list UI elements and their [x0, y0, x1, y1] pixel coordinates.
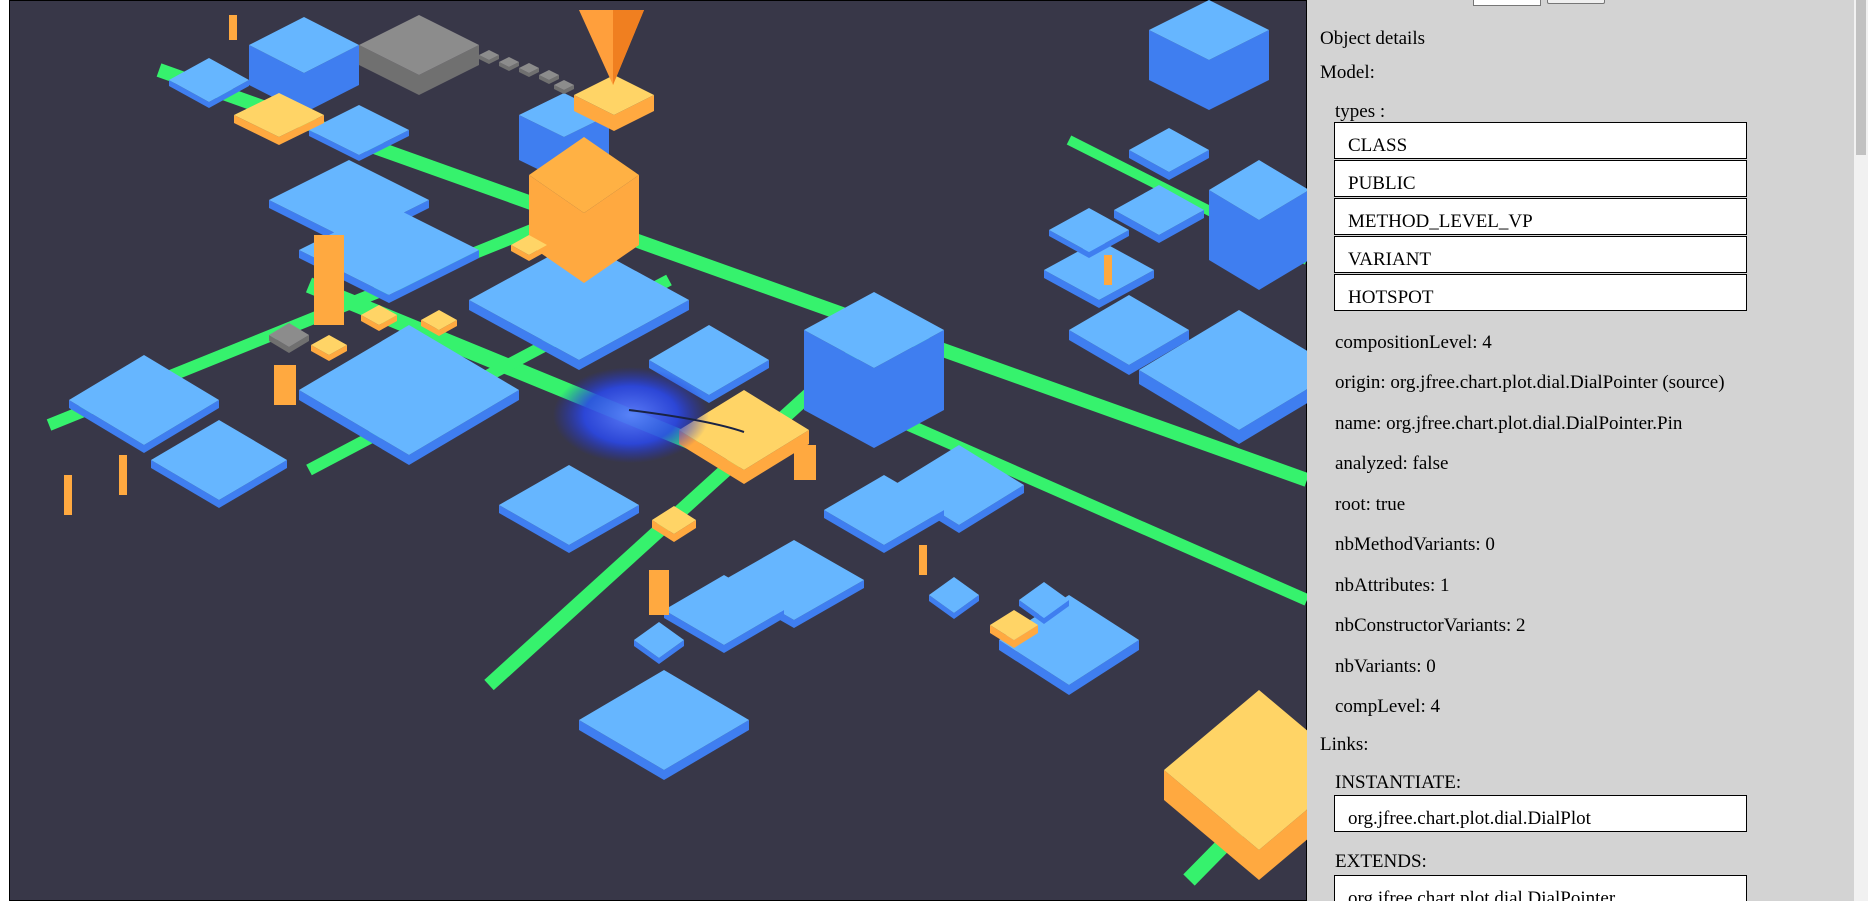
- search-button[interactable]: [1547, 0, 1605, 4]
- types-label: types :: [1335, 101, 1386, 122]
- type-item: CLASS: [1334, 122, 1747, 159]
- links-label: Links:: [1320, 734, 1369, 755]
- class-building: [1129, 128, 1209, 172]
- hotspot-pillar: [794, 445, 816, 480]
- selected-building[interactable]: [553, 367, 709, 463]
- object-details-panel: Object details Model: types : CLASS PUBL…: [1307, 0, 1854, 901]
- class-building: [929, 577, 979, 613]
- type-item: VARIANT: [1334, 236, 1747, 273]
- link-type-instantiate: INSTANTIATE:: [1335, 772, 1462, 793]
- scrollbar-thumb[interactable]: [1856, 0, 1866, 155]
- hotspot-pillar: [1104, 255, 1112, 285]
- model-label: Model:: [1320, 62, 1375, 83]
- software-city-scene[interactable]: [9, 0, 1307, 901]
- property-origin: origin: org.jfree.chart.plot.dial.DialPo…: [1335, 372, 1725, 393]
- city-3d-view[interactable]: [9, 0, 1307, 901]
- property-name: name: org.jfree.chart.plot.dial.DialPoin…: [1335, 413, 1683, 434]
- class-building: [579, 670, 749, 770]
- link-target[interactable]: org.jfree.chart.plot.dial.DialPlot: [1334, 795, 1747, 832]
- property-root: root: true: [1335, 494, 1406, 515]
- selection-marker-icon: [613, 10, 644, 85]
- hotspot-pillar: [314, 235, 344, 325]
- property-nb-variants: nbVariants: 0: [1335, 656, 1436, 677]
- property-comp-level: compLevel: 4: [1335, 696, 1440, 717]
- type-item: METHOD_LEVEL_VP: [1334, 198, 1747, 235]
- property-nb-attributes: nbAttributes: 1: [1335, 575, 1450, 596]
- property-composition-level: compositionLevel: 4: [1335, 332, 1492, 353]
- type-item: PUBLIC: [1334, 160, 1747, 197]
- hotspot-pillar: [64, 475, 72, 515]
- type-item: HOTSPOT: [1334, 274, 1747, 311]
- hotspot-pillar: [119, 455, 127, 495]
- property-analyzed: analyzed: false: [1335, 453, 1449, 474]
- hotspot-building: [1164, 690, 1307, 850]
- link-target[interactable]: org.jfree.chart.plot.dial.DialPointer: [1334, 875, 1747, 901]
- class-building: [634, 622, 684, 658]
- property-nb-method-variants: nbMethodVariants: 0: [1335, 534, 1495, 555]
- buildings: [64, 0, 1307, 880]
- panel-title: Object details: [1320, 28, 1425, 49]
- property-nb-constructor-variants: nbConstructorVariants: 2: [1335, 615, 1526, 636]
- class-building: [499, 465, 639, 545]
- search-input[interactable]: [1473, 0, 1541, 6]
- hotspot-pillar: [919, 545, 927, 575]
- hotspot-pillar: [229, 15, 237, 40]
- hotspot-pillar: [649, 570, 669, 615]
- hotspot-pillar: [274, 365, 296, 405]
- link-type-extends: EXTENDS:: [1335, 851, 1427, 872]
- class-building: [1114, 185, 1204, 235]
